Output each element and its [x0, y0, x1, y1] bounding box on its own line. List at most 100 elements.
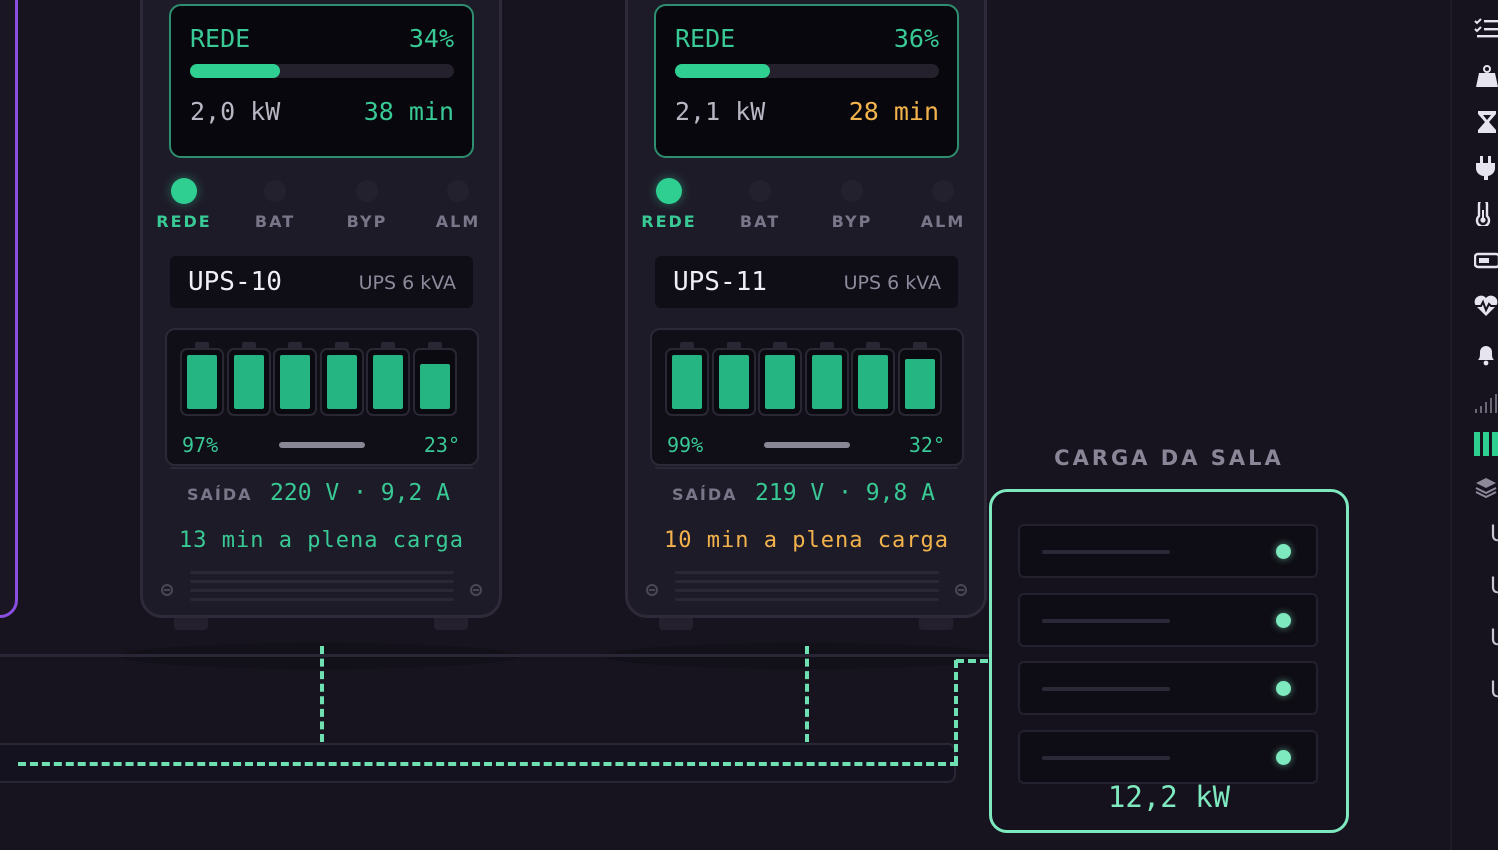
battery-cell-fill — [718, 355, 749, 409]
power-flow-main — [18, 762, 958, 766]
output-value: 219 V · 9,8 A — [755, 480, 936, 506]
battery-cell-fill — [904, 359, 935, 409]
rack-label-line — [1042, 756, 1170, 760]
battery-cell-terminal — [866, 342, 880, 350]
room-load-title: CARGA DA SALA — [1054, 446, 1284, 470]
power-bus-line — [0, 654, 990, 657]
bell-icon[interactable] — [1474, 342, 1498, 366]
rail-tab[interactable]: U — [1490, 574, 1498, 599]
rack-unit[interactable] — [1018, 730, 1318, 784]
load-bar-fill — [675, 64, 771, 78]
status-led-label: REDE — [641, 212, 697, 231]
load-bar-fill — [190, 64, 280, 78]
ups-cabinet-ups-11[interactable]: REDE 36% 2,1 kW 28 min REDE BAT BYP ALM UPS-11 UP… — [485, 0, 1005, 640]
battery-charge: 99% — [667, 433, 704, 457]
load-percent: 34% — [408, 24, 454, 53]
ups-cabinet-ups-10[interactable]: REDE 34% 2,0 kW 38 min REDE BAT BYP ALM UPS-10 UP… — [0, 0, 520, 640]
output-label: SAÍDA — [187, 485, 253, 504]
battery-icon[interactable] — [1474, 248, 1498, 272]
rack-label-line — [1042, 687, 1170, 691]
load-percent: 36% — [893, 24, 939, 53]
battery-cell — [711, 348, 756, 416]
battery-cell — [319, 348, 364, 416]
ups-name: UPS-11 — [673, 267, 767, 297]
battery-cell-fill — [672, 355, 702, 409]
battery-cell-terminal — [334, 342, 349, 350]
battery-cell-terminal — [726, 342, 741, 350]
full-load-runtime: 13 min a plena carga — [179, 528, 464, 553]
status-led-bat — [749, 180, 771, 202]
rail-tab[interactable]: U — [1490, 522, 1498, 547]
rack-unit[interactable] — [1018, 593, 1318, 647]
checklist-icon[interactable] — [1474, 16, 1498, 40]
status-led-alm — [932, 180, 954, 202]
signal-icon[interactable] — [1474, 390, 1498, 414]
divider — [655, 467, 958, 469]
battery-cell — [273, 348, 317, 416]
output-label: SAÍDA — [672, 485, 738, 504]
battery-cell — [758, 348, 802, 416]
full-load-runtime: 10 min a plena carga — [664, 528, 949, 553]
power-flow-ups-10 — [320, 646, 324, 742]
vent-slot — [675, 580, 939, 583]
load-bar — [190, 64, 454, 78]
battery-cell-fill — [811, 355, 842, 409]
vent-slot — [675, 598, 939, 601]
battery-cell-fill — [419, 363, 450, 409]
battery-cell-terminal — [427, 342, 442, 350]
plug-icon[interactable] — [1474, 156, 1498, 180]
heartbeat-icon[interactable] — [1474, 294, 1498, 318]
battery-temperature: 23° — [423, 433, 460, 457]
rail-tab[interactable]: U — [1490, 626, 1498, 651]
battery-cell-terminal — [912, 342, 927, 350]
screw-icon — [646, 584, 658, 596]
rack-status-led — [1276, 544, 1291, 559]
vent-slot — [190, 571, 454, 574]
status-led-alm — [447, 180, 469, 202]
status-led-byp — [841, 180, 863, 202]
layers-icon[interactable] — [1474, 476, 1498, 500]
runtime-estimate: 38 min — [363, 97, 454, 126]
ups-model: UPS 6 kVA — [358, 272, 456, 294]
ups-name: UPS-10 — [188, 267, 282, 297]
status-led-label: BAT — [739, 212, 781, 231]
room-load-total: 12,2 kW — [1107, 780, 1231, 814]
bars-chart-icon[interactable] — [1474, 432, 1498, 456]
power-output: 2,0 kW — [190, 97, 281, 126]
rack-status-led — [1276, 613, 1291, 628]
rack-label-line — [1042, 619, 1170, 623]
battery-temperature: 32° — [908, 433, 945, 457]
battery-cell-fill — [233, 355, 264, 409]
battery-cell — [897, 348, 942, 416]
battery-cell — [851, 348, 895, 416]
battery-charge: 97% — [182, 433, 219, 457]
screw-icon — [161, 584, 173, 596]
battery-indicator — [279, 442, 365, 448]
battery-cell-fill — [280, 355, 310, 409]
status-led-label: BYP — [346, 212, 388, 231]
screw-icon — [955, 584, 967, 596]
hourglass-icon[interactable] — [1474, 110, 1498, 134]
power-flow-ups-11 — [805, 646, 809, 742]
rail-tab[interactable]: U — [1490, 678, 1498, 703]
status-led-label: BAT — [254, 212, 296, 231]
weight-icon[interactable] — [1474, 64, 1498, 88]
status-led-rede — [656, 178, 682, 204]
battery-indicator — [764, 442, 850, 448]
battery-cell — [412, 348, 457, 416]
rack-status-led — [1276, 681, 1291, 696]
battery-cell — [665, 348, 709, 416]
vent-slot — [675, 571, 939, 574]
battery-cell — [226, 348, 271, 416]
output-value: 220 V · 9,2 A — [270, 480, 451, 506]
thermometer-icon[interactable] — [1474, 202, 1498, 226]
rack-label-line — [1042, 550, 1170, 554]
cabinet-foot — [174, 618, 208, 630]
cabinet-foot — [434, 618, 468, 630]
battery-cell-terminal — [195, 342, 209, 350]
rack-unit[interactable] — [1018, 661, 1318, 715]
battery-cell-terminal — [288, 342, 302, 350]
cabinet-foot — [919, 618, 953, 630]
rack-unit[interactable] — [1018, 524, 1318, 578]
vent-slot — [190, 598, 454, 601]
